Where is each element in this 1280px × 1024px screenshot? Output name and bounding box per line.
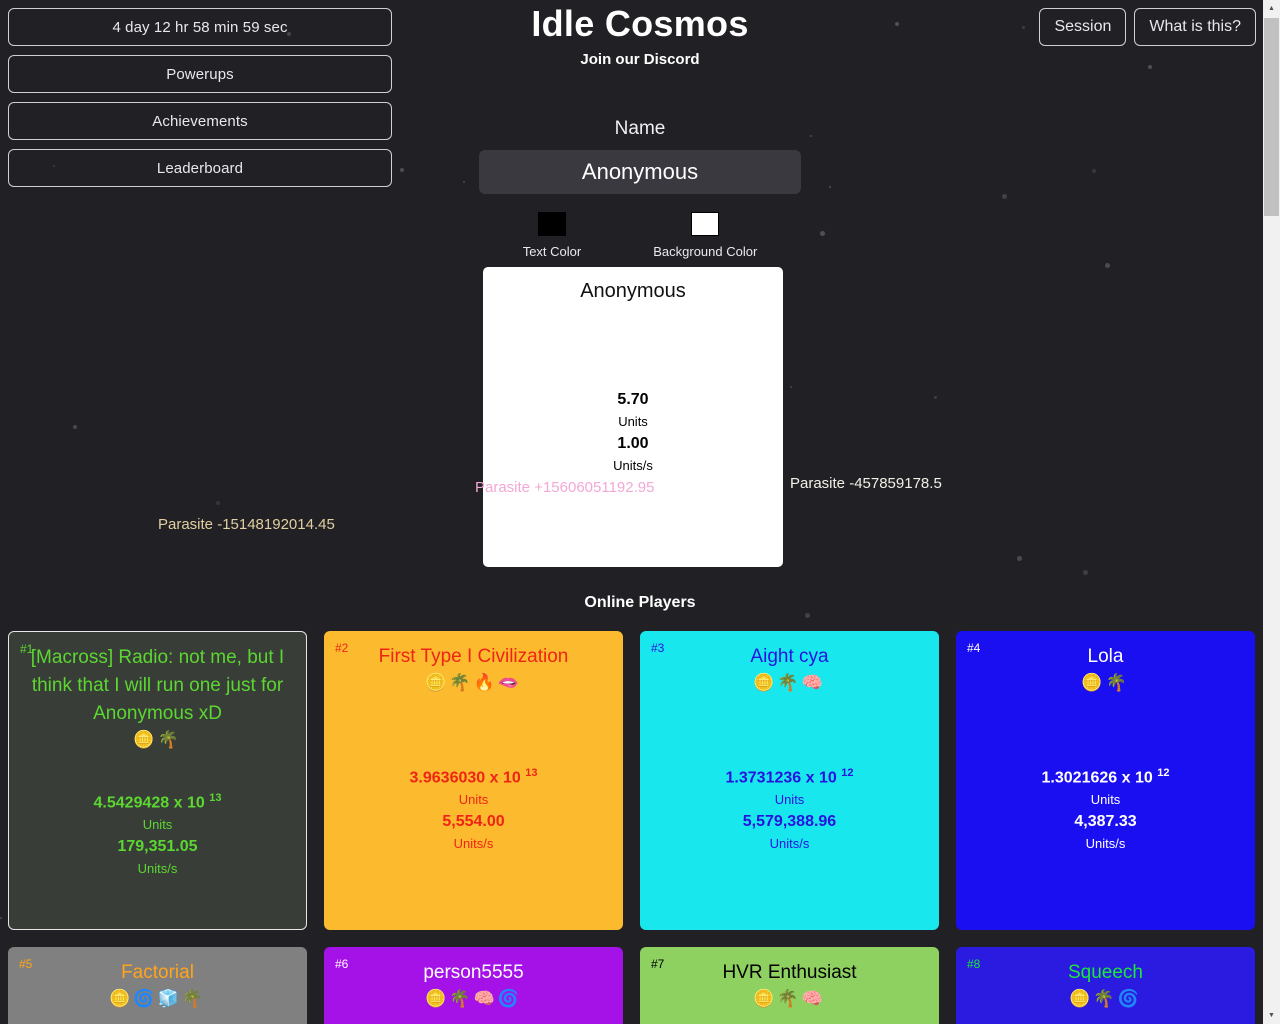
player-units-label: Units — [1090, 792, 1121, 808]
player-name: Squeech — [1067, 962, 1143, 983]
player-units-exponent: 12 — [841, 767, 854, 779]
player-name: [Macross] Radio: not me, but I think tha… — [30, 647, 285, 724]
player-card[interactable]: #4 Lola 🪙🌴 1.3021626 x 10 12 Units 4,387.33 Un… — [956, 631, 1255, 930]
star-dot-icon — [1105, 263, 1110, 268]
player-card[interactable]: #2 First Type I Civilization 🪙🌴🔥🫦 3.9636030… — [324, 631, 623, 930]
player-rank-badge: #7 — [651, 957, 665, 971]
player-units-value: 4.5429428 x 10 13 — [93, 792, 222, 812]
player-card[interactable]: #1 [Macross] Radio: not me, but I think t… — [8, 631, 307, 930]
text-color-picker[interactable]: Text Color — [522, 212, 582, 259]
powerups-button[interactable]: Powerups — [8, 55, 392, 93]
what-is-this-button[interactable]: What is this? — [1134, 8, 1256, 46]
player-rate-label: Units/s — [137, 861, 178, 877]
text-color-label: Text Color — [522, 244, 582, 259]
page-scrollbar[interactable]: ▲ ▼ — [1263, 0, 1280, 1024]
player-rank-badge: #1 — [20, 642, 34, 656]
color-pickers: Text Color Background Color — [0, 212, 1280, 259]
player-rate-label: Units/s — [1085, 836, 1126, 852]
player-stats: 3.9636030 x 10 13 Units 5,554.00 Units/s — [324, 762, 623, 855]
session-timer-button[interactable]: 4 day 12 hr 58 min 59 sec — [8, 8, 392, 46]
player-stats: 4.5429428 x 10 13 Units 179,351.05 Units/s — [9, 787, 306, 880]
player-units-label: Units — [142, 817, 173, 833]
star-dot-icon — [934, 396, 937, 399]
player-card[interactable]: #8 Squeech 🪙🌴🌀 — [956, 947, 1255, 1024]
leaderboard-button[interactable]: Leaderboard — [8, 149, 392, 187]
player-rank-badge: #3 — [651, 641, 665, 655]
star-dot-icon — [790, 386, 792, 388]
player-units-label: Units — [458, 792, 489, 808]
star-dot-icon — [216, 501, 220, 505]
player-units-label: Units — [774, 792, 805, 808]
player-rank-badge: #4 — [967, 641, 981, 655]
player-badges-icons: 🪙🌴🌀 — [1069, 989, 1142, 1008]
online-players-heading: Online Players — [584, 594, 696, 611]
player-rank-badge: #2 — [335, 641, 349, 655]
player-card[interactable]: #3 Aight cya 🪙🌴🧠 1.3731236 x 10 12 Units 5,57… — [640, 631, 939, 930]
player-units-exponent: 13 — [525, 767, 538, 779]
background-color-label: Background Color — [653, 244, 758, 259]
player-card[interactable]: #6 person5555 🪙🌴🧠🌀 — [324, 947, 623, 1024]
star-dot-icon — [1017, 556, 1022, 561]
self-player-name: Anonymous — [580, 280, 686, 302]
discord-link[interactable]: Join our Discord — [580, 51, 699, 68]
self-units-label: Units — [618, 414, 648, 429]
self-player-card[interactable]: Anonymous 5.70 Units 1.00 Units/s — [483, 267, 783, 567]
star-dot-icon — [0, 917, 2, 919]
name-input[interactable] — [479, 150, 801, 194]
player-stats: 1.3731236 x 10 12 Units 5,579,388.96 Units/… — [640, 762, 939, 855]
player-units-value: 3.9636030 x 10 13 — [409, 767, 538, 787]
player-rate-value: 5,579,388.96 — [742, 813, 837, 831]
self-player-stats: 5.70 Units 1.00 Units/s — [483, 389, 783, 477]
self-units-value: 5.70 — [617, 391, 649, 408]
player-badges-icons: 🪙🌴🧠 — [753, 673, 826, 692]
player-badges-icons: 🪙🌴🧠🌀 — [425, 989, 522, 1008]
scroll-up-arrow-icon[interactable]: ▲ — [1263, 0, 1280, 17]
player-badges-icons: 🪙🌴 — [1081, 673, 1130, 692]
player-rate-value: 5,554.00 — [442, 813, 505, 831]
player-card[interactable]: #7 HVR Enthusiast 🪙🌴🧠 — [640, 947, 939, 1024]
player-name: Aight cya — [750, 646, 829, 667]
player-rate-label: Units/s — [769, 836, 810, 852]
player-units-value: 1.3021626 x 10 12 — [1041, 767, 1170, 787]
left-control-panel: 4 day 12 hr 58 min 59 sec Powerups Achie… — [8, 8, 392, 187]
star-dot-icon — [1083, 570, 1088, 575]
parasite-popup: Parasite -15148192014.45 — [158, 516, 335, 533]
achievements-button[interactable]: Achievements — [8, 102, 392, 140]
player-name: person5555 — [423, 962, 524, 983]
scroll-down-arrow-icon[interactable]: ▼ — [1263, 1007, 1280, 1024]
player-card[interactable]: #5 Factorial 🪙🌀🧊🌴 — [8, 947, 307, 1024]
star-dot-icon — [805, 613, 810, 618]
player-rate-value: 4,387.33 — [1074, 813, 1137, 831]
player-rank-badge: #8 — [967, 957, 981, 971]
background-color-swatch[interactable] — [691, 212, 720, 236]
app-root: 4 day 12 hr 58 min 59 sec Powerups Achie… — [0, 0, 1280, 1024]
player-stats: 1.3021626 x 10 12 Units 4,387.33 Units/s — [956, 762, 1255, 855]
parasite-popup: Parasite -457859178.5 — [790, 475, 942, 492]
session-button[interactable]: Session — [1039, 8, 1127, 46]
player-badges-icons: 🪙🌴🧠 — [753, 989, 826, 1008]
text-color-swatch[interactable] — [537, 212, 566, 236]
player-rate-value: 179,351.05 — [117, 838, 198, 856]
player-badges-icons: 🪙🌀🧊🌴 — [109, 989, 206, 1008]
star-dot-icon — [73, 425, 77, 429]
scrollbar-thumb[interactable] — [1264, 18, 1279, 216]
player-rank-badge: #6 — [335, 957, 349, 971]
player-rank-badge: #5 — [19, 957, 33, 971]
player-units-exponent: 12 — [1157, 767, 1170, 779]
player-units-exponent: 13 — [209, 792, 222, 804]
self-rate-value: 1.00 — [617, 435, 649, 452]
player-badges-icons: 🪙🌴🔥🫦 — [425, 673, 522, 692]
player-name: Factorial — [121, 962, 194, 983]
top-right-actions: Session What is this? — [1039, 8, 1256, 46]
background-color-picker[interactable]: Background Color — [653, 212, 757, 259]
self-rate-label: Units/s — [613, 458, 653, 473]
player-name: Lola — [1087, 646, 1124, 667]
player-badges-icons: 🪙🌴 — [133, 730, 182, 749]
player-units-value: 1.3731236 x 10 12 — [725, 767, 854, 787]
player-name: HVR Enthusiast — [722, 962, 857, 983]
player-name: First Type I Civilization — [378, 646, 569, 667]
online-players-grid: #1 [Macross] Radio: not me, but I think t… — [8, 631, 1258, 1024]
player-rate-label: Units/s — [453, 836, 494, 852]
